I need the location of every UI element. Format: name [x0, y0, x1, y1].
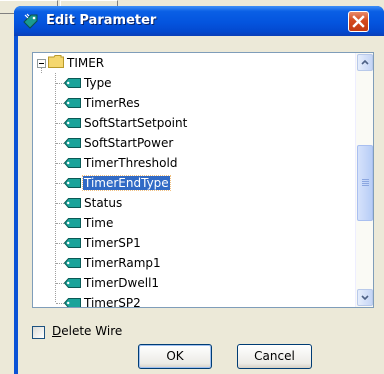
tree-guide: [55, 73, 56, 302]
dialog-client-area: TIMER Type TimerRes SoftStartSetpoint SoftS…: [18, 36, 384, 374]
tree-item-label: TimerThreshold: [84, 156, 178, 170]
dialog-title: Edit Parameter: [46, 13, 157, 28]
tree-guide: [56, 303, 64, 304]
tree-item[interactable]: Time: [63, 213, 114, 234]
tag-icon: [63, 254, 81, 274]
close-button[interactable]: [348, 11, 369, 32]
tag-icon: [63, 74, 81, 94]
edit-parameter-dialog: Edit Parameter TIMER Type TimerRes SoftS…: [14, 6, 384, 374]
scroll-down-button[interactable]: [357, 289, 373, 306]
cancel-button[interactable]: Cancel: [237, 344, 312, 369]
tree-item[interactable]: TimerDwell1: [63, 273, 160, 294]
tree-item-label: SoftStartSetpoint: [84, 116, 188, 130]
vertical-scrollbar[interactable]: [355, 53, 373, 307]
tree-guide: [56, 203, 64, 204]
tree-item-label: Status: [84, 196, 123, 210]
tag-icon: [63, 234, 81, 254]
tree-guide: [56, 223, 64, 224]
tree-item-label: SoftStartPower: [84, 136, 174, 150]
tree-guide: [56, 163, 64, 164]
folder-icon: [48, 54, 64, 74]
tree-guide: [56, 83, 64, 84]
tag-icon: [63, 214, 81, 234]
tree-item[interactable]: TimerRamp1: [63, 253, 162, 274]
title-bar[interactable]: Edit Parameter: [14, 6, 384, 36]
tree-root-label: TIMER: [67, 56, 105, 70]
tree-item[interactable]: TimerThreshold: [63, 153, 178, 174]
tree-item[interactable]: TimerSP2: [63, 293, 142, 308]
collapse-minus-icon[interactable]: [37, 59, 46, 68]
tree-guide: [56, 263, 64, 264]
scroll-thumb[interactable]: [357, 145, 373, 221]
tag-pencil-icon: [22, 13, 40, 29]
scroll-up-button[interactable]: [357, 54, 373, 71]
tree-guide: [41, 68, 42, 73]
tree-item-label: TimerDwell1: [84, 276, 160, 290]
tree-item-label: TimerRamp1: [84, 256, 161, 270]
delete-wire-label[interactable]: Delete Wire: [52, 324, 122, 338]
tree-item[interactable]: SoftStartSetpoint: [63, 113, 188, 134]
tree-item[interactable]: TimerEndType: [63, 173, 171, 194]
tree-item-label: Time: [84, 216, 114, 230]
tree-item[interactable]: TimerRes: [63, 93, 141, 114]
tree-item[interactable]: TimerSP1: [63, 233, 142, 254]
tree-item-label: TimerSP2: [84, 296, 141, 308]
tag-icon: [63, 94, 81, 114]
tree-guide: [56, 243, 64, 244]
tree-root[interactable]: TIMER: [48, 53, 105, 73]
tree-item-label: TimerRes: [84, 96, 140, 110]
tree-guide: [56, 283, 64, 284]
tag-icon: [63, 114, 81, 134]
tree-item[interactable]: Status: [63, 193, 123, 214]
tag-icon: [63, 134, 81, 154]
tree-guide: [56, 103, 64, 104]
close-icon: [352, 15, 365, 28]
tag-icon: [63, 154, 81, 174]
tree-guide: [56, 123, 64, 124]
chevron-down-icon: [361, 295, 369, 301]
parameter-tree[interactable]: TIMER Type TimerRes SoftStartSetpoint SoftS…: [32, 52, 374, 308]
tree-guide: [56, 183, 64, 184]
tag-icon: [63, 174, 81, 194]
ok-button[interactable]: OK: [138, 344, 212, 369]
tree-item[interactable]: Type: [63, 73, 113, 94]
chevron-up-icon: [361, 59, 369, 65]
tree-guide: [56, 143, 64, 144]
tag-icon: [63, 194, 81, 214]
tree-content: TIMER Type TimerRes SoftStartSetpoint SoftS…: [33, 53, 355, 307]
tag-icon: [63, 274, 81, 294]
tree-item-label: TimerSP1: [84, 236, 141, 250]
tree-item-label: TimerEndType: [82, 175, 171, 191]
tag-icon: [63, 294, 81, 307]
delete-wire-checkbox[interactable]: [32, 326, 45, 339]
tree-item[interactable]: SoftStartPower: [63, 133, 174, 154]
tree-item-label: Type: [84, 76, 112, 90]
